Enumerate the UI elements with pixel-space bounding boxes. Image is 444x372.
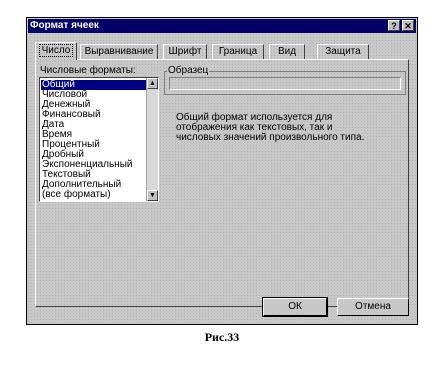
tab-alignment-label: Выравнивание xyxy=(84,46,154,57)
number-formats-list[interactable]: Общий Числовой Денежный Финансовый Дата … xyxy=(39,77,159,202)
tab-protection-label: Защита xyxy=(325,46,361,57)
tab-view[interactable]: Вид xyxy=(269,44,305,59)
scroll-down-icon: ▼ xyxy=(149,192,156,199)
format-cells-dialog: Формат ячеек ? ✕ Число Выравнивание Шриф… xyxy=(26,17,418,325)
cancel-button[interactable]: Отмена xyxy=(337,298,409,316)
number-tab-panel: Числовые форматы: Общий Числовой Денежны… xyxy=(35,59,409,307)
scroll-up-icon: ▲ xyxy=(149,80,156,87)
help-button[interactable]: ? xyxy=(388,20,400,31)
sample-display xyxy=(169,77,401,90)
format-description: Общий формат используется для отображени… xyxy=(176,113,396,143)
list-scrollbar[interactable]: ▲ ▼ xyxy=(146,78,158,201)
tab-view-label: Вид xyxy=(277,46,297,57)
tab-protection[interactable]: Защита xyxy=(317,44,369,59)
scroll-down-button[interactable]: ▼ xyxy=(147,190,158,201)
dialog-title: Формат ячеек xyxy=(30,20,99,31)
sample-label: Образец xyxy=(167,65,210,76)
close-button[interactable]: ✕ xyxy=(402,20,414,31)
tab-font-label: Шрифт xyxy=(168,46,202,57)
close-icon: ✕ xyxy=(404,21,412,31)
number-formats-label: Числовые форматы: xyxy=(40,65,136,76)
tab-border-label: Граница xyxy=(218,46,258,57)
scroll-up-button[interactable]: ▲ xyxy=(147,78,158,89)
tab-border[interactable]: Граница xyxy=(212,44,264,59)
title-bar: Формат ячеек ? ✕ xyxy=(28,19,416,33)
tab-alignment[interactable]: Выравнивание xyxy=(80,44,158,59)
ok-button[interactable]: ОК xyxy=(262,297,328,317)
tab-number[interactable]: Число xyxy=(35,42,77,60)
list-item-custom[interactable]: (все форматы) xyxy=(42,190,111,200)
tab-font[interactable]: Шрифт xyxy=(163,44,207,59)
figure-caption: Рис.33 xyxy=(204,330,240,344)
tab-number-label: Число xyxy=(38,44,74,57)
tab-strip: Число Выравнивание Шрифт Граница Вид Защ… xyxy=(35,42,409,60)
description-line-3: числовых значений произвольного типа. xyxy=(176,132,365,143)
